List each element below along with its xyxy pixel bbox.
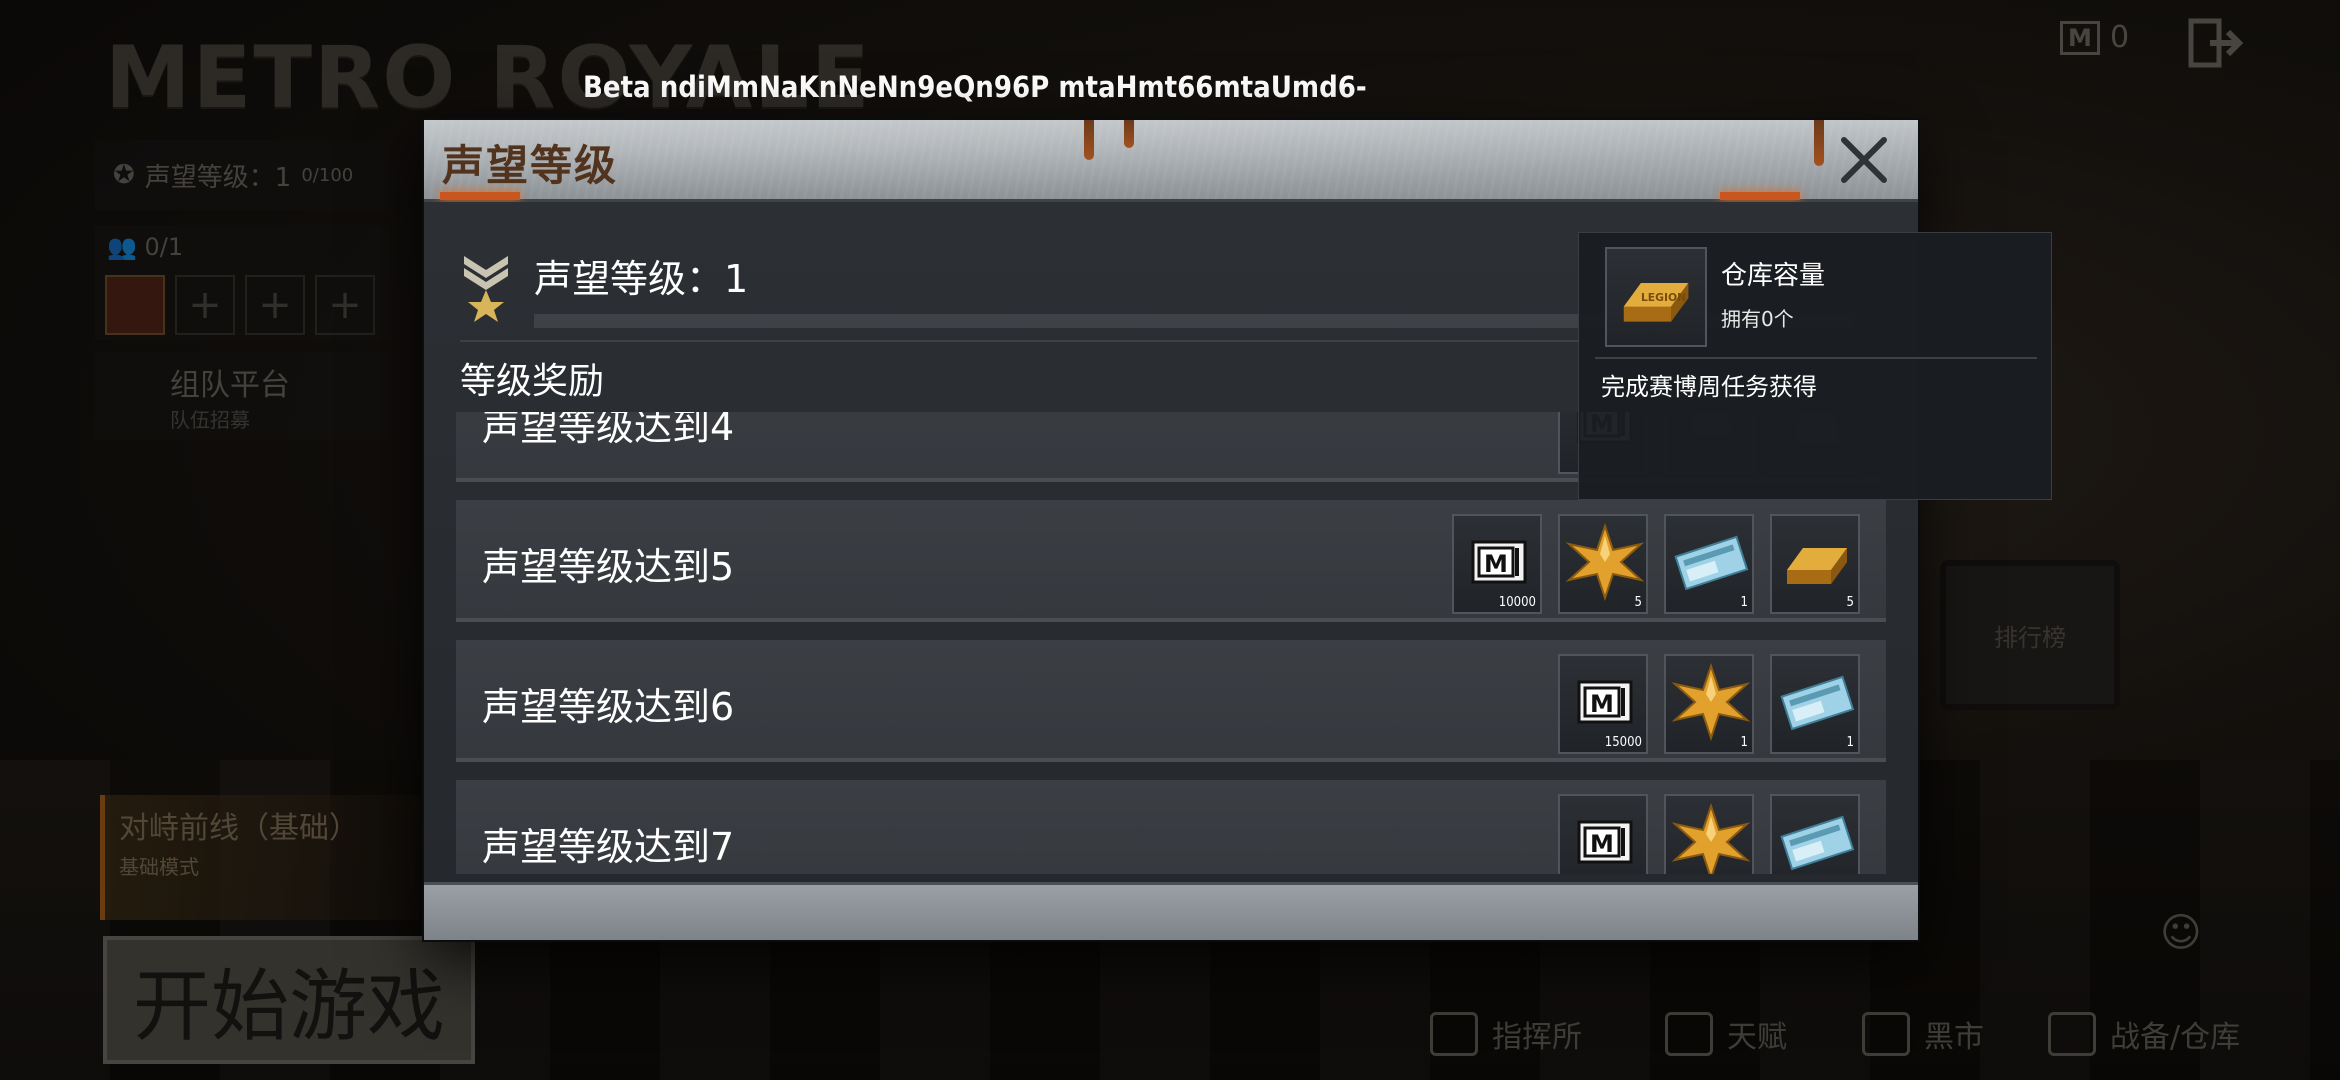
- header-accent-light: [1720, 192, 1800, 200]
- reward-item-quantity: 1: [1740, 735, 1748, 750]
- dialog-footer: [424, 882, 1918, 940]
- rust-stain: [1084, 120, 1094, 160]
- reward-item-slot[interactable]: M 10000: [1452, 514, 1542, 614]
- svg-text:M: M: [1590, 830, 1614, 858]
- reward-item-quantity: 1: [1846, 735, 1854, 750]
- rust-stain: [1124, 120, 1134, 148]
- svg-text:M: M: [1590, 690, 1614, 718]
- reward-item-quantity: 5: [1634, 595, 1642, 610]
- reward-item-slot[interactable]: 1: [1664, 514, 1754, 614]
- dialog-title: 声望等级: [442, 141, 619, 190]
- metro-cash-icon: M: [1471, 540, 1527, 584]
- tooltip-owned-count: 拥有0个: [1721, 307, 1794, 331]
- reward-items: M: [1558, 794, 1860, 874]
- beta-watermark: Beta ndiMmNaKnNeNn9eQn96P mtaHmt66mtaUmd…: [583, 70, 1367, 104]
- reward-item-slot[interactable]: M: [1558, 794, 1648, 874]
- header-accent-light: [440, 192, 520, 200]
- tooltip-item-name: 仓库容量: [1721, 261, 1826, 291]
- reward-row: 声望等级达到7 M: [456, 780, 1886, 874]
- ticket-icon: [1780, 815, 1855, 871]
- ticket-icon: [1674, 535, 1749, 591]
- level-label: 声望等级：1: [534, 257, 749, 301]
- reward-row: 声望等级达到6 M 15000 1 1: [456, 640, 1886, 762]
- reward-item-slot[interactable]: M 15000: [1558, 654, 1648, 754]
- item-tooltip: LEGION 仓库容量 拥有0个 完成赛博周任务获得: [1578, 232, 2052, 500]
- reward-level-label: 声望等级达到6: [482, 685, 735, 729]
- gold-star-icon: [1671, 802, 1751, 874]
- reward-item-slot[interactable]: 5: [1770, 514, 1860, 614]
- gold-star-icon: [1565, 522, 1645, 602]
- reward-item-quantity: 5: [1846, 595, 1854, 610]
- gold-bar-icon: [1787, 548, 1847, 584]
- rust-stain: [1814, 120, 1824, 166]
- ticket-icon: [1780, 675, 1855, 731]
- section-title: 等级奖励: [460, 361, 605, 402]
- reward-item-quantity: 10000: [1498, 595, 1536, 610]
- reward-item-slot[interactable]: [1664, 794, 1754, 874]
- reward-item-slot[interactable]: [1770, 794, 1860, 874]
- reward-level-label: 声望等级达到4: [482, 412, 735, 449]
- dialog-header: 声望等级: [424, 120, 1918, 202]
- reward-level-label: 声望等级达到7: [482, 825, 735, 869]
- close-icon[interactable]: [1834, 130, 1894, 190]
- svg-text:M: M: [1484, 550, 1508, 578]
- rank-chevron-icon: [464, 256, 508, 322]
- tooltip-item-slot: LEGION: [1605, 247, 1707, 347]
- reward-items: M 15000 1 1: [1558, 654, 1860, 754]
- divider: [1595, 357, 2037, 359]
- reward-level-label: 声望等级达到5: [482, 545, 735, 589]
- metro-cash-icon: M: [1577, 680, 1633, 724]
- gold-star-icon: [1671, 662, 1751, 742]
- metro-cash-icon: M: [1577, 820, 1633, 864]
- reward-item-quantity: 1: [1740, 595, 1748, 610]
- reward-item-quantity: 15000: [1604, 735, 1642, 750]
- gold-bar-icon: LEGION: [1623, 282, 1689, 322]
- svg-text:LEGION: LEGION: [1641, 291, 1686, 304]
- reward-item-slot[interactable]: 1: [1770, 654, 1860, 754]
- reward-item-slot[interactable]: 1: [1664, 654, 1754, 754]
- reward-row: 声望等级达到5 M 10000 5 1 5: [456, 500, 1886, 622]
- reward-item-slot[interactable]: 5: [1558, 514, 1648, 614]
- reward-items: M 10000 5 1 5: [1452, 514, 1860, 614]
- tooltip-description: 完成赛博周任务获得: [1601, 373, 1817, 401]
